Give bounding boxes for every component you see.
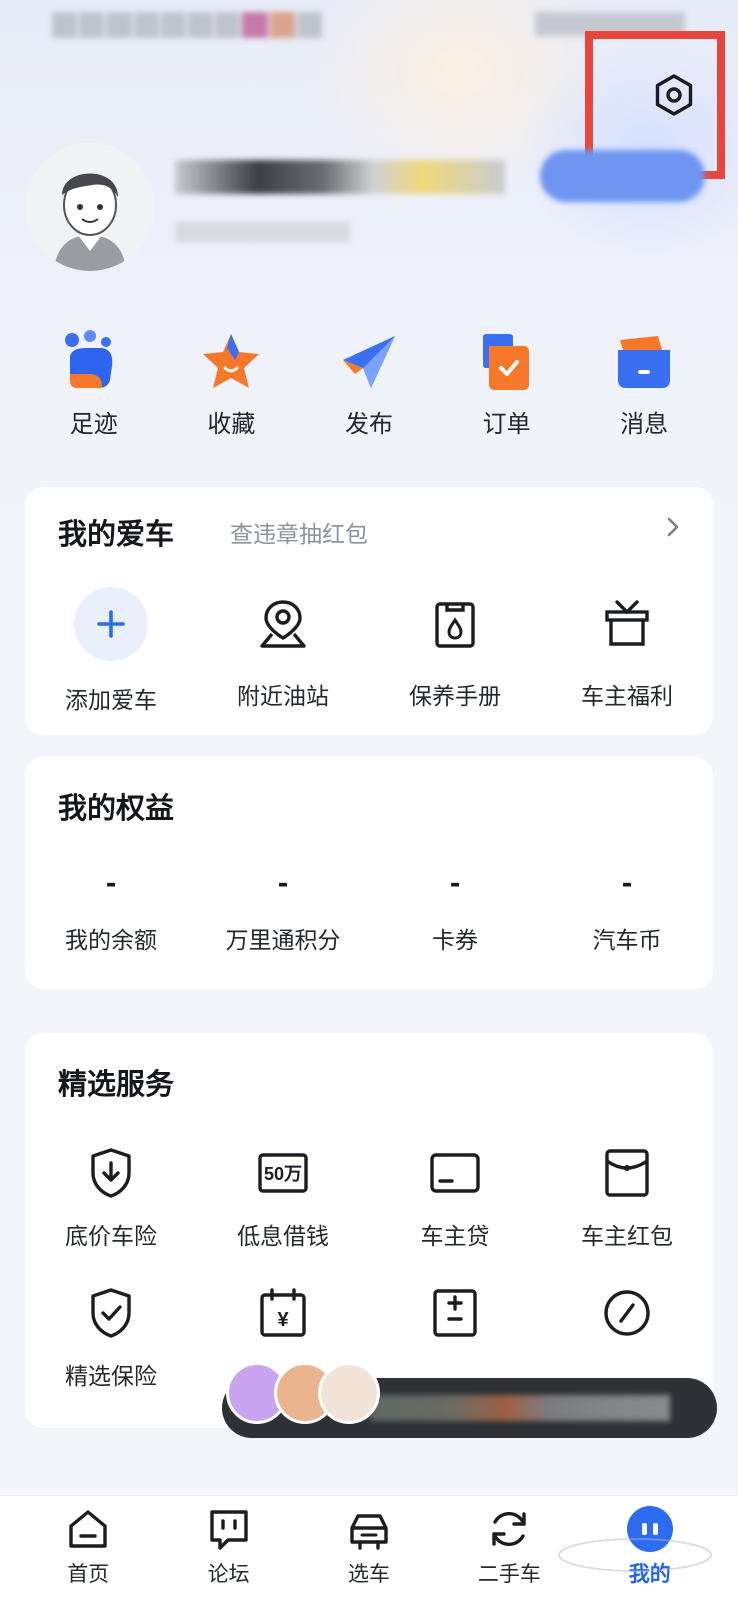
user-id-blurred [175,222,350,242]
owner-loan-button[interactable]: 车主贷 [369,1145,541,1251]
avatar-illustration-icon [26,143,154,271]
order-icon [482,334,529,390]
home-icon [69,1510,107,1548]
add-car-button[interactable]: 添加爱车 [25,587,197,715]
benefits-card: 我的权益 - 我的余额 - 万里通积分 - 卡券 - 汽车币 [25,757,713,989]
quick-messages[interactable]: 消息 [594,330,694,450]
balance-label: 我的余额 [65,928,157,954]
quick-footprint[interactable]: 足迹 [44,330,144,450]
nearby-gas-station-button[interactable]: 附近油站 [197,587,369,715]
my-car-title: 我的爱车 [58,517,175,551]
location-pin-icon [260,600,306,648]
maintenance-manual-label: 保养手册 [409,684,501,710]
forum-icon [209,1510,248,1550]
gift-icon [605,600,649,646]
low-interest-loan-label: 低息借钱 [237,1224,329,1250]
avatar[interactable] [26,143,154,271]
toast-avatar-3 [318,1362,380,1424]
nearby-gas-station-label: 附近油站 [237,684,329,710]
balance-value: - [105,869,117,899]
add-car-circle [74,587,148,661]
quick-messages-label: 消息 [620,410,669,438]
status-bar-left [52,12,323,38]
benefits-title: 我的权益 [58,791,175,825]
footprint-icon [64,330,113,388]
my-car-subtitle[interactable]: 查违章抽红包 [230,515,368,549]
quick-footprint-label: 足迹 [69,410,118,438]
plus-icon [97,610,125,638]
services-row-1: 底价车险 50万 低息借钱 车主贷 车主红包 [25,1145,713,1251]
member-button-blurred[interactable] [540,150,705,202]
my-car-card: 我的爱车 查违章抽红包 添加爱车 附近油站 保养手册 车主福利 [25,487,713,735]
card-icon [430,1153,480,1193]
50wan-badge-text: 50万 [264,1164,302,1184]
points-item[interactable]: - 万里通积分 [197,869,369,955]
star-icon [203,334,260,388]
tab-used-car[interactable]: 二手车 [454,1506,564,1600]
car-icon [350,1514,388,1550]
calendar-yen-text: ¥ [277,1309,289,1331]
coupons-label: 卡券 [432,928,478,954]
red-envelope-icon [605,1149,649,1197]
coupons-value: - [449,869,461,899]
tab-home[interactable]: 首页 [33,1506,143,1600]
add-car-label: 添加爱车 [65,688,157,714]
settings-icon[interactable] [652,73,696,117]
car-coins-value: - [621,869,633,899]
owner-benefits-label: 车主福利 [581,684,673,710]
maintenance-manual-icon [435,602,475,648]
tab-choose-car-label: 选车 [347,1562,390,1586]
message-icon [618,336,671,388]
car-coins-label: 汽车币 [592,928,662,954]
owner-red-envelope-label: 车主红包 [581,1224,673,1250]
coupons-item[interactable]: - 卡券 [369,869,541,955]
shield-check-icon [91,1288,131,1338]
calendar-yen-icon: ¥ [260,1288,306,1337]
low-price-insurance-label: 底价车险 [65,1224,157,1250]
owner-benefits-button[interactable]: 车主福利 [541,587,713,715]
quick-orders[interactable]: 订单 [457,330,557,450]
shield-download-icon [91,1148,131,1198]
quick-publish-label: 发布 [344,410,393,438]
quick-favorites[interactable]: 收藏 [181,330,281,450]
50wan-badge-icon: 50万 [258,1153,308,1193]
balance-item[interactable]: - 我的余额 [25,869,197,955]
quick-orders-label: 订单 [482,410,531,438]
paper-plane-icon [342,336,395,388]
services-title: 精选服务 [58,1067,175,1101]
owner-loan-label: 车主贷 [420,1224,490,1250]
points-value: - [277,869,289,899]
car-coins-item[interactable]: - 汽车币 [541,869,713,955]
points-label: 万里通积分 [225,928,341,954]
benefits-grid: - 我的余额 - 万里通积分 - 卡券 - 汽车币 [25,869,713,955]
toast-text-blurred [370,1395,670,1421]
refresh-icon [492,1511,527,1547]
username-blurred [175,160,505,194]
watermark-logo-icon [558,1538,712,1572]
calculator-icon [433,1289,477,1337]
tab-home-label: 首页 [67,1562,110,1586]
service-calculator-button[interactable] [369,1285,541,1391]
tab-choose-car[interactable]: 选车 [314,1506,424,1600]
quick-favorites-label: 收藏 [207,410,256,438]
tab-forum[interactable]: 论坛 [174,1506,284,1600]
my-car-grid: 添加爱车 附近油站 保养手册 车主福利 [25,587,713,715]
toast-avatars [222,1350,382,1436]
tab-forum-label: 论坛 [207,1562,250,1586]
low-interest-loan-button[interactable]: 50万 低息借钱 [197,1145,369,1251]
tab-used-car-label: 二手车 [477,1562,541,1586]
owner-red-envelope-button[interactable]: 车主红包 [541,1145,713,1251]
selected-insurance-button[interactable]: 精选保险 [25,1285,197,1391]
low-price-insurance-button[interactable]: 底价车险 [25,1145,197,1251]
quick-publish[interactable]: 发布 [319,330,419,450]
gauge-icon [604,1290,650,1336]
maintenance-manual-button[interactable]: 保养手册 [369,587,541,715]
selected-insurance-label: 精选保险 [65,1364,157,1390]
quick-actions: 足迹 收藏 发布 订单 消息 [0,330,738,450]
chevron-right-icon[interactable] [663,515,683,539]
service-gauge-button[interactable] [541,1285,713,1391]
